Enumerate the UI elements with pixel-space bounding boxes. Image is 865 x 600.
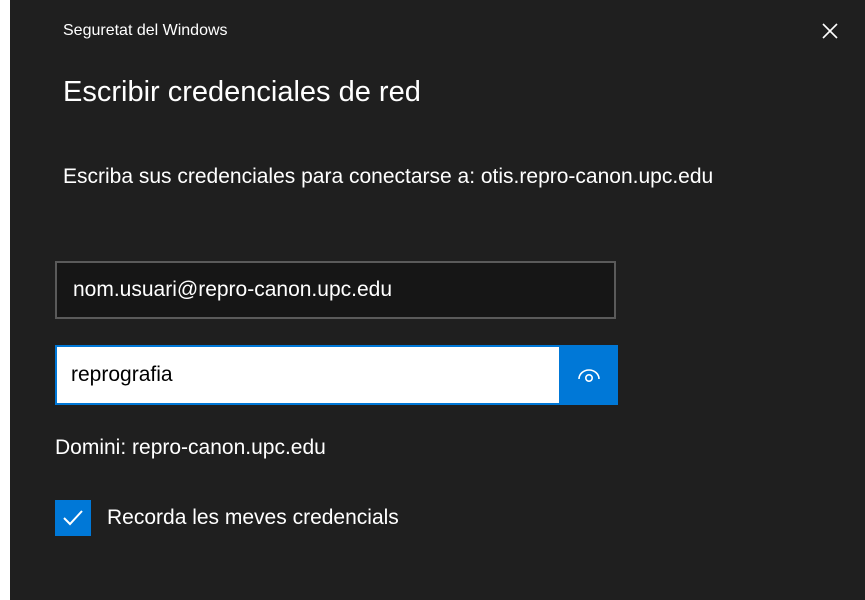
checkbox-box[interactable] [55, 500, 91, 536]
password-field[interactable] [55, 345, 559, 405]
close-icon [822, 23, 838, 39]
connection-prompt: Escriba sus credenciales para conectarse… [63, 165, 714, 188]
credentials-dialog: Seguretat del Windows Escribir credencia… [10, 0, 865, 600]
password-group [55, 345, 618, 405]
reveal-password-button[interactable] [559, 345, 618, 405]
username-field[interactable] [55, 261, 616, 319]
checkmark-icon [63, 510, 83, 526]
window-title: Seguretat del Windows [63, 22, 228, 39]
dialog-heading: Escribir credenciales de red [63, 76, 421, 108]
close-button[interactable] [815, 16, 845, 46]
domain-label: Domini: repro-canon.upc.edu [55, 436, 326, 459]
eye-reveal-icon [577, 369, 600, 383]
remember-credentials-checkbox[interactable]: Recorda les meves credencials [55, 500, 399, 536]
remember-credentials-label: Recorda les meves credencials [107, 506, 399, 529]
